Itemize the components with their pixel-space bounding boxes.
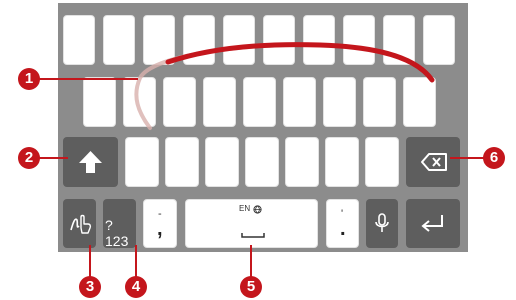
- shift-key[interactable]: [63, 137, 118, 187]
- letter-key[interactable]: [323, 77, 356, 127]
- callout-2: 2: [18, 147, 40, 169]
- backspace-icon: [421, 153, 447, 171]
- letter-key[interactable]: [403, 77, 436, 127]
- comma-key[interactable]: - ,: [143, 199, 177, 248]
- callout-4: 4: [125, 276, 147, 298]
- period-key[interactable]: ' .: [326, 199, 359, 248]
- backspace-key[interactable]: [406, 137, 460, 187]
- letter-key[interactable]: [245, 137, 279, 187]
- letter-key[interactable]: [163, 77, 196, 127]
- letter-key[interactable]: [223, 15, 255, 65]
- keyboard-panel: ?123 - , EN ' .: [58, 3, 468, 252]
- letter-key[interactable]: [123, 77, 156, 127]
- letter-key[interactable]: [383, 15, 415, 65]
- comma-key-label: ,: [157, 218, 163, 240]
- callout-1-leader: [38, 78, 138, 80]
- letter-key[interactable]: [303, 15, 335, 65]
- callout-1: 1: [18, 68, 40, 90]
- letter-key[interactable]: [83, 77, 116, 127]
- handwriting-key[interactable]: [63, 199, 96, 248]
- letter-key[interactable]: [63, 15, 95, 65]
- letter-key[interactable]: [283, 77, 316, 127]
- period-key-label: .: [340, 218, 346, 240]
- space-bar-icon: [241, 233, 265, 238]
- enter-icon: [421, 215, 443, 232]
- enter-key[interactable]: [406, 199, 460, 248]
- space-key[interactable]: EN: [185, 199, 318, 248]
- voice-input-key[interactable]: [366, 199, 398, 248]
- letter-key[interactable]: [423, 15, 455, 65]
- letter-key[interactable]: [125, 137, 159, 187]
- letter-key[interactable]: [285, 137, 319, 187]
- symbols-key-label: ?123: [105, 217, 129, 249]
- callout-4-leader: [135, 245, 137, 277]
- handwriting-icon: [70, 214, 92, 234]
- callout-3: 3: [79, 276, 101, 298]
- letter-key[interactable]: [363, 77, 396, 127]
- letter-key[interactable]: [365, 137, 399, 187]
- callout-5: 5: [240, 276, 262, 298]
- callout-3-leader: [89, 245, 91, 277]
- letter-key[interactable]: [325, 137, 359, 187]
- letter-key[interactable]: [143, 15, 175, 65]
- callout-6: 6: [483, 147, 505, 169]
- letter-key[interactable]: [183, 15, 215, 65]
- letter-key[interactable]: [205, 137, 239, 187]
- letter-key[interactable]: [203, 77, 236, 127]
- callout-2-leader: [38, 157, 68, 159]
- letter-key[interactable]: [263, 15, 295, 65]
- shift-arrow-icon: [79, 151, 102, 173]
- symbols-key[interactable]: ?123: [103, 199, 136, 249]
- callout-6-leader: [450, 157, 484, 159]
- letter-key[interactable]: [343, 15, 375, 65]
- letter-key[interactable]: [165, 137, 199, 187]
- microphone-icon: [375, 213, 389, 232]
- letter-key[interactable]: [243, 77, 276, 127]
- letter-key[interactable]: [103, 15, 135, 65]
- callout-5-leader: [250, 245, 252, 277]
